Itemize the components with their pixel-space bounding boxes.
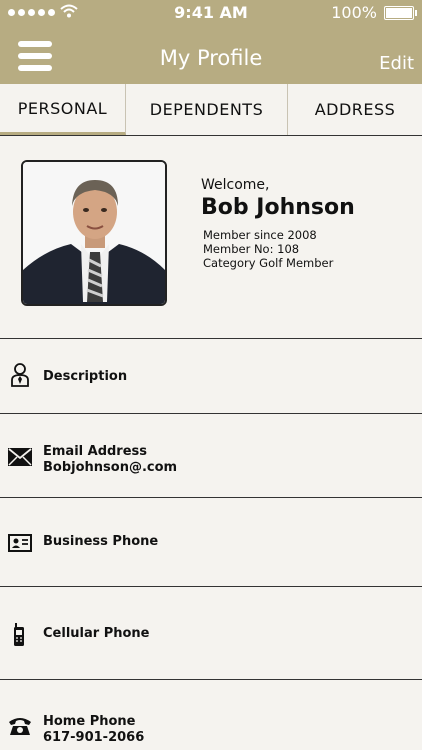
battery-percentage: 100% bbox=[331, 3, 377, 22]
header-bar: 9:41 AM 100% My Profile Edit bbox=[0, 0, 422, 84]
field-email[interactable]: Email Address Bobjohnson@.com bbox=[0, 414, 422, 498]
battery-icon bbox=[384, 6, 417, 20]
profile-summary: Welcome, Bob Johnson Member since 2008 M… bbox=[0, 137, 422, 339]
field-cellular-phone[interactable]: Cellular Phone bbox=[0, 587, 422, 680]
email-value: Bobjohnson@.com bbox=[43, 460, 178, 475]
member-category: Category Golf Member bbox=[203, 256, 334, 270]
welcome-text: Welcome, bbox=[201, 177, 270, 193]
tab-personal[interactable]: PERSONAL bbox=[0, 84, 126, 135]
envelope-icon bbox=[8, 448, 32, 466]
home-phone-value: 617-901-2066 bbox=[43, 730, 145, 745]
id-card-icon bbox=[8, 534, 32, 552]
mobile-phone-icon bbox=[14, 623, 24, 646]
edit-button[interactable]: Edit bbox=[379, 53, 414, 74]
avatar bbox=[23, 162, 165, 304]
profile-photo bbox=[21, 160, 167, 306]
field-home-phone[interactable]: Home Phone 617-901-2066 bbox=[0, 680, 422, 750]
field-label: Cellular Phone bbox=[43, 626, 150, 641]
field-label: Description bbox=[43, 369, 128, 384]
field-label: Home Phone bbox=[43, 714, 136, 729]
member-number: Member No: 108 bbox=[203, 242, 300, 256]
member-name: Bob Johnson bbox=[201, 195, 355, 220]
field-label: Email Address bbox=[43, 444, 148, 459]
profile-tabs: PERSONAL DEPENDENTS ADDRESS bbox=[0, 84, 422, 136]
person-tie-icon bbox=[11, 363, 29, 387]
telephone-icon bbox=[9, 718, 31, 735]
member-since: Member since 2008 bbox=[203, 228, 317, 242]
field-business-phone[interactable]: Business Phone bbox=[0, 498, 422, 587]
status-bar: 9:41 AM 100% bbox=[0, 0, 422, 26]
tab-dependents[interactable]: DEPENDENTS bbox=[126, 84, 288, 135]
field-label: Business Phone bbox=[43, 534, 159, 549]
field-description[interactable]: Description bbox=[0, 339, 422, 414]
page-title: My Profile bbox=[159, 46, 263, 70]
tab-address[interactable]: ADDRESS bbox=[288, 84, 422, 135]
